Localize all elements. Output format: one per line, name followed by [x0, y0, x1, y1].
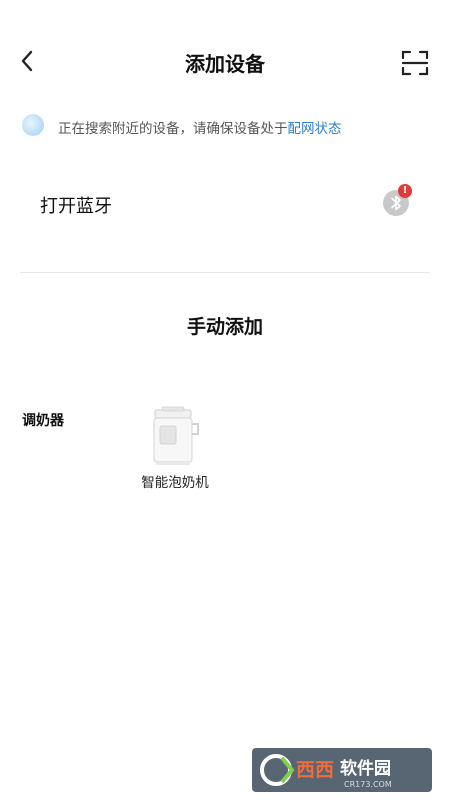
svg-text:软件园: 软件园 — [340, 758, 391, 779]
manual-add-title: 手动添加 — [186, 316, 263, 338]
bluetooth-alert-badge: ! — [398, 184, 412, 198]
pairing-mode-link[interactable]: 配网状态 — [288, 121, 342, 137]
device-item-milk-machine[interactable]: 智能泡奶机 — [128, 404, 222, 494]
svg-text:CR173.COM: CR173.COM — [344, 780, 392, 789]
open-bluetooth-label[interactable]: 打开蓝牙 — [40, 192, 112, 218]
scan-button[interactable] — [400, 48, 430, 78]
milk-machine-icon — [153, 406, 199, 465]
category-label: 调奶器 — [22, 413, 64, 429]
searching-icon — [22, 114, 44, 136]
search-hint: 正在搜索附近的设备，请确保设备处于配网状态 — [58, 117, 342, 137]
device-name: 智能泡奶机 — [141, 475, 209, 491]
watermark-logo: 西西 软件园 CR173.COM — [252, 748, 432, 792]
watermark-graphic: 西西 软件园 CR173.COM — [252, 748, 432, 792]
svg-text:西西: 西西 — [296, 759, 334, 781]
page-title: 添加设备 — [185, 52, 265, 76]
search-hint-text: 正在搜索附近的设备，请确保设备处于 — [58, 121, 288, 137]
scan-icon — [401, 50, 429, 76]
divider — [20, 272, 430, 273]
